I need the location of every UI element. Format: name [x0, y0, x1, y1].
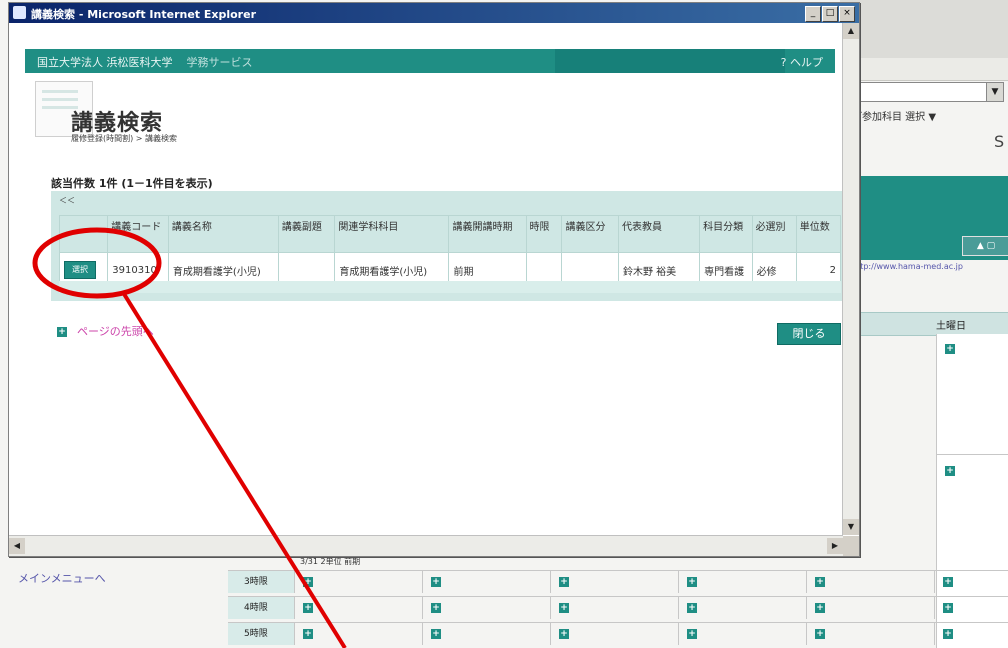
column-header: 時限 — [525, 215, 563, 253]
background-glyph: S — [994, 132, 1005, 151]
column-header: 関連学科科目 — [334, 215, 450, 253]
background-toolbar — [840, 0, 1008, 59]
add-icon[interactable]: + — [815, 577, 825, 587]
scroll-up-icon[interactable]: ▲ — [843, 23, 859, 39]
column-header: 講義開講時期 — [448, 215, 527, 253]
main-menu-link[interactable]: メインメニューへ — [18, 570, 218, 600]
add-icon[interactable]: + — [815, 603, 825, 613]
timetable-row: 4時限 + + + + + + — [228, 596, 1008, 619]
add-icon[interactable]: + — [303, 603, 313, 613]
page-top-label[interactable]: ページの先頭へ — [77, 325, 154, 338]
result-count: 該当件数 1件 (1－1件目を表示) — [51, 177, 213, 190]
add-icon[interactable]: + — [815, 629, 825, 639]
scroll-down-icon[interactable]: ▼ — [843, 519, 859, 535]
column-header: 講義名称 — [167, 215, 279, 253]
divider — [937, 454, 1008, 455]
period-label: 5時限 — [228, 623, 294, 645]
background-teal-button[interactable]: ▲ ▢ — [962, 236, 1008, 256]
university-name: 国立大学法人 浜松医科大学 — [37, 56, 173, 69]
vertical-scrollbar[interactable]: ▲ ▼ — [842, 23, 859, 535]
window-controls: _ □ × — [804, 5, 855, 22]
minimize-icon[interactable]: _ — [805, 6, 821, 22]
main-menu-label[interactable]: メインメニューへ — [18, 572, 106, 585]
service-name: 学務サービス — [186, 56, 253, 69]
add-icon[interactable]: + — [431, 629, 441, 639]
add-icon[interactable]: + — [687, 577, 697, 587]
period-label: 3時限 — [228, 571, 294, 593]
timetable-row: 5時限 + + + + + + — [228, 622, 1008, 645]
window-titlebar[interactable]: 講義検索 - Microsoft Internet Explorer _ □ × — [9, 3, 859, 23]
popup-window: 講義検索 - Microsoft Internet Explorer _ □ × 国… — [8, 2, 860, 557]
header-dark-block — [555, 49, 785, 73]
column-header: 単位数 — [795, 215, 842, 253]
background-right-text: ご参加科目 選択 ▼ — [852, 112, 937, 123]
column-header: 必選別 — [751, 215, 797, 253]
table-header-row: 講義コード 講義名称 講義副題 関連学科科目 講義開講時期 時限 講義区分 代表… — [58, 215, 842, 253]
help-link[interactable]: ? ヘルプ — [781, 54, 823, 70]
horizontal-scrollbar[interactable]: ◀ ▶ — [9, 535, 843, 556]
results-table: 講義コード 講義名称 講義副題 関連学科科目 講義開講時期 時限 講義区分 代表… — [58, 215, 842, 288]
column-header: 科目分類 — [699, 215, 753, 253]
add-icon[interactable]: + — [559, 577, 569, 587]
maximize-icon[interactable]: □ — [822, 6, 838, 22]
window-title: 講義検索 - Microsoft Internet Explorer — [31, 8, 256, 21]
results-footer-strip — [59, 281, 841, 293]
background-cell-text: 3/31 2単位 前期 — [300, 557, 361, 566]
background-menubar — [840, 58, 1008, 81]
add-icon[interactable]: + — [431, 577, 441, 587]
timetable-row: 3時限 + + + + + + — [228, 570, 1008, 593]
add-icon[interactable]: + — [943, 629, 953, 639]
add-icon[interactable]: + — [431, 603, 441, 613]
add-icon[interactable]: + — [559, 603, 569, 613]
add-icon[interactable]: + — [687, 603, 697, 613]
site-brand: 国立大学法人 浜松医科大学 学務サービス — [37, 54, 253, 70]
column-header: 講義区分 — [561, 215, 619, 253]
background-link[interactable]: http://www.hama-med.ac.jp — [852, 262, 1008, 271]
scroll-left-icon[interactable]: ◀ — [9, 538, 25, 554]
chevron-down-icon[interactable]: ▼ — [986, 83, 1003, 101]
saturday-label: 土曜日 — [936, 321, 966, 332]
results-panel: ＜＜ 講義コード 講義名称 講義副題 関連学科科目 講義開講時期 時限 講義区分… — [51, 191, 847, 301]
breadcrumb: 履修登録(時間割) > 講義検索 — [71, 134, 178, 143]
add-icon[interactable]: + — [687, 629, 697, 639]
column-header: 講義コード — [107, 215, 169, 253]
site-header: 国立大学法人 浜松医科大学 学務サービス ? ヘルプ — [25, 49, 835, 73]
column-header — [58, 215, 109, 253]
arrow-up-icon[interactable]: + — [57, 327, 67, 337]
period-label: 4時限 — [228, 597, 294, 619]
column-header: 代表教員 — [617, 215, 701, 253]
saturday-header: 土曜日 — [840, 312, 1008, 336]
scroll-right-icon[interactable]: ▶ — [827, 538, 843, 554]
close-icon[interactable]: × — [839, 6, 855, 22]
page-title-area: 講義検索 履修登録(時間割) > 講義検索 — [31, 77, 851, 157]
add-icon[interactable]: + — [945, 466, 955, 476]
select-button[interactable]: 選択 — [64, 261, 96, 279]
pager-prev[interactable]: ＜＜ — [59, 195, 75, 206]
ie-app-icon — [13, 6, 26, 19]
page-top-link[interactable]: + ページの先頭へ — [57, 323, 154, 339]
column-header: 講義副題 — [277, 215, 336, 253]
add-icon[interactable]: + — [303, 629, 313, 639]
add-icon[interactable]: + — [943, 577, 953, 587]
add-icon[interactable]: + — [303, 577, 313, 587]
background-dropdown[interactable]: ▼ — [852, 82, 1004, 102]
add-icon[interactable]: + — [945, 344, 955, 354]
close-button[interactable]: 閉じる — [777, 323, 841, 345]
scrollbar-corner — [843, 536, 859, 556]
add-icon[interactable]: + — [559, 629, 569, 639]
add-icon[interactable]: + — [943, 603, 953, 613]
